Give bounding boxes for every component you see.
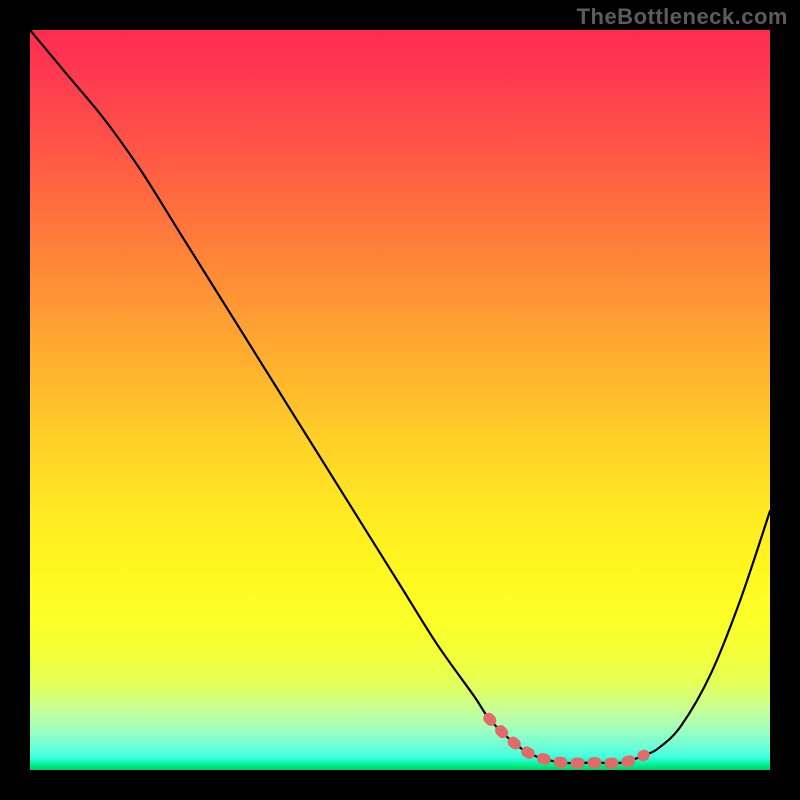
plot-area <box>30 30 770 770</box>
chart-frame: TheBottleneck.com <box>0 0 800 800</box>
bottleneck-curve-svg <box>30 30 770 770</box>
watermark-text: TheBottleneck.com <box>577 4 788 30</box>
optimal-range-highlight <box>489 718 644 763</box>
bottleneck-curve <box>30 30 770 763</box>
